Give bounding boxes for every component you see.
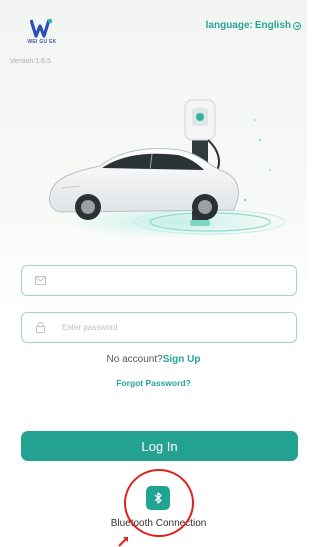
lock-icon <box>34 322 46 334</box>
username-input[interactable] <box>60 275 296 286</box>
username-field[interactable] <box>21 265 297 296</box>
no-account-text: No account? <box>106 354 163 365</box>
logo-text: WEI GU EK <box>27 39 57 45</box>
arrow-icon <box>118 537 128 547</box>
logo-mark-icon <box>30 18 53 38</box>
password-input[interactable] <box>60 322 296 333</box>
mail-icon <box>34 275 46 287</box>
password-field[interactable] <box>21 312 297 343</box>
dropdown-icon <box>293 21 301 30</box>
language-selector[interactable]: language: English <box>206 20 301 31</box>
language-value: English <box>254 20 291 31</box>
highlight-circle <box>124 469 194 537</box>
signup-link[interactable]: Sign Up <box>163 354 201 365</box>
forgot-password-link[interactable]: Forgot Password? <box>0 378 307 388</box>
language-label: language: <box>205 20 253 31</box>
version-label: Version:1.6.5 <box>10 58 51 65</box>
login-button[interactable]: Log In <box>21 431 298 461</box>
signup-prompt: No account?Sign Up <box>0 354 307 365</box>
app-logo: WEI GU EK <box>24 18 60 54</box>
ev-charging-illustration <box>49 99 286 238</box>
